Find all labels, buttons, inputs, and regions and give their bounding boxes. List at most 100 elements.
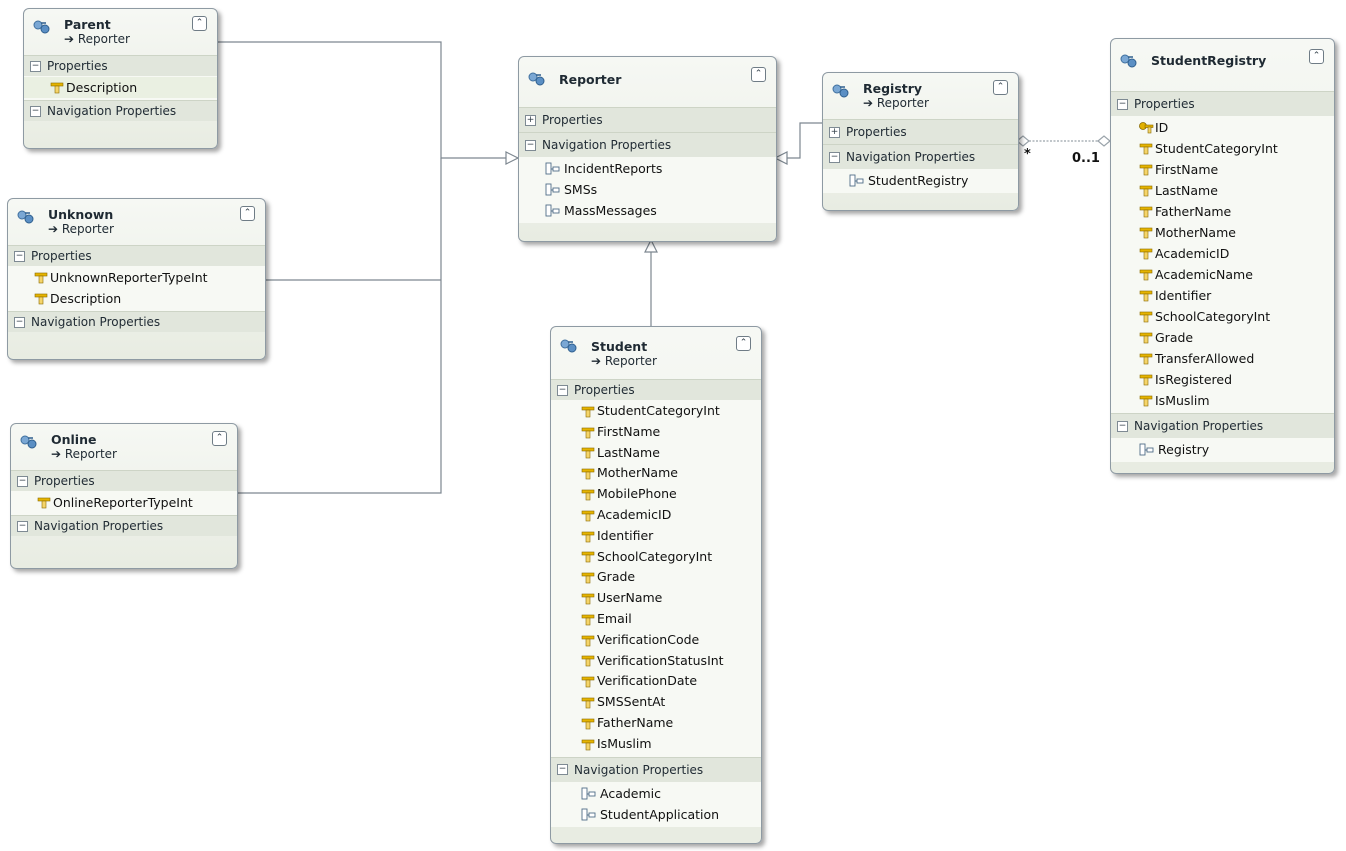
property-row[interactable]: Grade	[1111, 327, 1334, 348]
property-row[interactable]: SMSSentAt	[551, 692, 761, 713]
property-row[interactable]: Description	[24, 77, 217, 98]
collapse-section-icon[interactable]: −	[557, 764, 568, 776]
property-label: ID	[1155, 120, 1169, 135]
navigation-row[interactable]: Academic	[551, 783, 761, 804]
properties-section-header[interactable]: + Properties	[519, 107, 776, 132]
collapse-section-icon[interactable]: −	[525, 139, 536, 151]
property-row[interactable]: SchoolCategoryInt	[1111, 306, 1334, 327]
property-row[interactable]: SchoolCategoryInt	[551, 547, 761, 568]
property-row[interactable]: VerificationDate	[551, 671, 761, 692]
collapse-section-icon[interactable]: −	[17, 520, 28, 532]
property-label: Description	[50, 291, 122, 306]
inheritance-line-online	[236, 158, 442, 494]
collapse-icon[interactable]: ⌃	[212, 431, 227, 446]
property-icon	[581, 654, 596, 667]
navigation-section-header[interactable]: − Navigation Properties	[1111, 413, 1334, 438]
property-label: FatherName	[597, 714, 674, 730]
property-row[interactable]: FatherName	[1111, 201, 1334, 222]
properties-section-header[interactable]: − Properties	[8, 245, 265, 266]
collapse-icon[interactable]: ⌃	[1309, 49, 1324, 64]
entity-online[interactable]: Online ➔ Reporter ⌃ − Properties OnlineRe…	[10, 423, 238, 569]
properties-section-header[interactable]: − Properties	[11, 470, 237, 491]
collapse-section-icon[interactable]: −	[1117, 98, 1128, 110]
collapse-icon[interactable]: ⌃	[192, 16, 207, 31]
navigation-section-header[interactable]: − Navigation Properties	[551, 756, 761, 782]
properties-section-header[interactable]: − Properties	[1111, 91, 1334, 116]
property-row[interactable]: AcademicName	[1111, 264, 1334, 285]
properties-section-header[interactable]: − Properties	[24, 55, 217, 76]
navigation-row[interactable]: StudentRegistry	[823, 170, 1018, 191]
property-row[interactable]: IsMuslim	[1111, 390, 1334, 411]
property-row[interactable]: UserName	[551, 588, 761, 609]
collapse-section-icon[interactable]: −	[17, 475, 28, 487]
collapse-section-icon[interactable]: −	[1117, 420, 1128, 432]
property-row-key[interactable]: ID	[1111, 117, 1334, 138]
entity-header[interactable]: Online ➔ Reporter ⌃	[11, 424, 237, 470]
collapse-section-icon[interactable]: −	[30, 105, 41, 117]
navigation-section-header[interactable]: − Navigation Properties	[823, 144, 1018, 169]
property-row[interactable]: Email	[551, 609, 761, 630]
property-row[interactable]: AcademicID	[551, 505, 761, 526]
entity-type-icon	[1119, 53, 1139, 69]
property-icon	[581, 426, 596, 439]
property-row[interactable]: Identifier	[551, 526, 761, 547]
property-row[interactable]: FirstName	[551, 422, 761, 443]
navigation-row[interactable]: SMSs	[519, 179, 776, 200]
property-row[interactable]: FatherName	[551, 713, 761, 734]
property-row[interactable]: OnlineReporterTypeInt	[11, 492, 237, 513]
property-row[interactable]: MotherName	[551, 463, 761, 484]
property-row[interactable]: IsRegistered	[1111, 369, 1334, 390]
entity-header[interactable]: Student ➔ Reporter ⌃	[551, 327, 761, 379]
property-row[interactable]: TransferAllowed	[1111, 348, 1334, 369]
entity-reporter[interactable]: Reporter ⌃ + Properties − Navigation Prope…	[518, 56, 777, 242]
collapse-section-icon[interactable]: −	[14, 250, 25, 262]
collapse-icon[interactable]: ⌃	[993, 80, 1008, 95]
section-label: Navigation Properties	[31, 315, 161, 329]
collapse-icon[interactable]: ⌃	[240, 206, 255, 221]
navigation-section-header[interactable]: − Navigation Properties	[11, 515, 237, 536]
navigation-row[interactable]: MassMessages	[519, 200, 776, 221]
property-row[interactable]: Grade	[551, 567, 761, 588]
property-row[interactable]: StudentCategoryInt	[551, 401, 761, 422]
property-row[interactable]: StudentCategoryInt	[1111, 138, 1334, 159]
entity-student[interactable]: Student ➔ Reporter ⌃ − Properties Student…	[550, 326, 762, 844]
entity-parent[interactable]: Parent ➔ Reporter ⌃ − Properties Descript…	[23, 8, 218, 149]
property-row[interactable]: Identifier	[1111, 285, 1334, 306]
property-row[interactable]: MotherName	[1111, 222, 1334, 243]
collapse-section-icon[interactable]: −	[14, 316, 25, 328]
expand-section-icon[interactable]: +	[525, 114, 536, 126]
property-row[interactable]: VerificationCode	[551, 630, 761, 651]
entity-unknown[interactable]: Unknown ➔ Reporter ⌃ − Properties Unknown…	[7, 198, 266, 360]
property-row[interactable]: FirstName	[1111, 159, 1334, 180]
properties-section-header[interactable]: − Properties	[551, 379, 761, 400]
collapse-section-icon[interactable]: −	[557, 384, 568, 396]
navigation-row[interactable]: IncidentReports	[519, 158, 776, 179]
entity-header[interactable]: Unknown ➔ Reporter ⌃	[8, 199, 265, 245]
navigation-section-header[interactable]: − Navigation Properties	[8, 311, 265, 332]
entity-studentregistry[interactable]: StudentRegistry ⌃ − Properties ID Student…	[1110, 38, 1335, 474]
property-row[interactable]: VerificationStatusInt	[551, 651, 761, 672]
entity-registry[interactable]: Registry ➔ Reporter ⌃ + Properties − Navig…	[822, 72, 1019, 211]
property-row[interactable]: LastName	[1111, 180, 1334, 201]
collapse-icon[interactable]: ⌃	[736, 336, 751, 351]
property-row[interactable]: Description	[8, 288, 265, 309]
collapse-icon[interactable]: ⌃	[751, 67, 766, 82]
property-row[interactable]: LastName	[551, 443, 761, 464]
property-row[interactable]: MobilePhone	[551, 484, 761, 505]
expand-section-icon[interactable]: +	[829, 126, 840, 138]
entity-header[interactable]: StudentRegistry ⌃	[1111, 39, 1334, 91]
navigation-section-header[interactable]: − Navigation Properties	[24, 100, 217, 121]
entity-header[interactable]: Registry ➔ Reporter ⌃	[823, 73, 1018, 119]
entity-header[interactable]: Reporter ⌃	[519, 57, 776, 107]
navigation-row[interactable]: Registry	[1111, 439, 1334, 460]
navigation-section-header[interactable]: − Navigation Properties	[519, 132, 776, 157]
properties-section-header[interactable]: + Properties	[823, 119, 1018, 144]
collapse-section-icon[interactable]: −	[829, 151, 840, 163]
navigation-row[interactable]: StudentApplication	[551, 804, 761, 825]
property-row[interactable]: UnknownReporterTypeInt	[8, 267, 265, 288]
entity-header[interactable]: Parent ➔ Reporter ⌃	[24, 9, 217, 55]
collapse-section-icon[interactable]: −	[30, 60, 41, 72]
property-row[interactable]: IsMuslim	[551, 734, 761, 755]
property-label: FirstName	[597, 423, 661, 439]
property-row[interactable]: AcademicID	[1111, 243, 1334, 264]
